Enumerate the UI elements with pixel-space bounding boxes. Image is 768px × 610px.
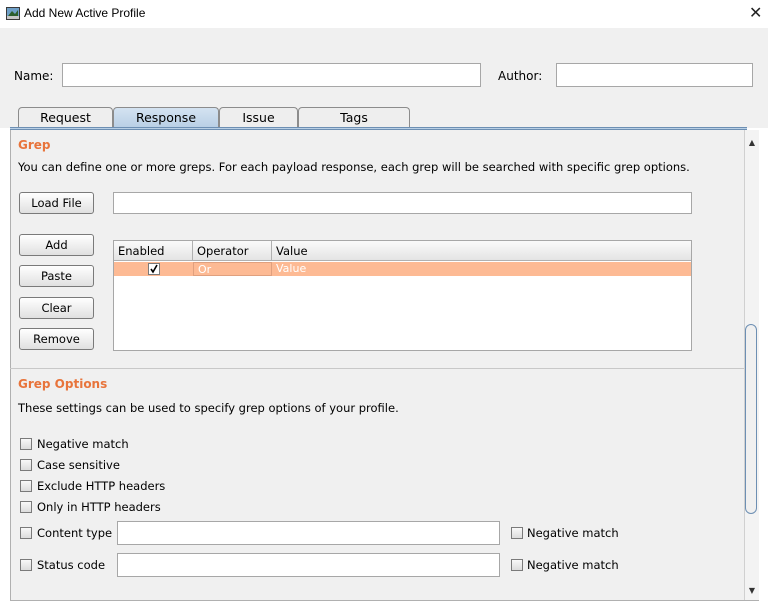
case-sensitive-checkbox[interactable]: [20, 459, 32, 471]
table-row[interactable]: Or Value: [114, 262, 691, 276]
exclude-http-headers-checkbox[interactable]: [20, 480, 32, 492]
clear-button[interactable]: Clear: [19, 297, 94, 319]
checkmark-icon: [150, 264, 158, 274]
content-type-checkbox[interactable]: [20, 527, 32, 539]
column-header-operator[interactable]: Operator: [193, 241, 272, 261]
negative-match-checkbox[interactable]: [20, 438, 32, 450]
tab-tags[interactable]: Tags: [298, 107, 410, 128]
name-label: Name:: [14, 69, 54, 83]
tab-issue[interactable]: Issue: [219, 107, 298, 128]
status-code-negative-checkbox[interactable]: [511, 559, 523, 571]
grep-description: You can define one or more greps. For ea…: [18, 160, 690, 174]
content-type-label: Content type: [37, 526, 113, 540]
content-bottom-border: [10, 600, 759, 601]
section-divider: [10, 368, 744, 369]
grep-options-title: Grep Options: [18, 377, 108, 391]
scroll-up-arrow-icon[interactable]: ▲: [745, 138, 759, 147]
scroll-down-arrow-icon[interactable]: ▼: [745, 586, 759, 595]
exclude-http-headers-label: Exclude HTTP headers: [37, 479, 166, 493]
add-button[interactable]: Add: [19, 234, 94, 256]
tab-request[interactable]: Request: [18, 107, 113, 128]
tab-response[interactable]: Response: [113, 107, 219, 128]
scrollbar-thumb[interactable]: [745, 324, 757, 514]
paste-button[interactable]: Paste: [19, 265, 94, 287]
status-code-input[interactable]: [117, 553, 500, 577]
case-sensitive-label: Case sensitive: [37, 458, 120, 472]
author-input[interactable]: [556, 63, 753, 87]
title-bar: Add New Active Profile ✕: [0, 0, 768, 28]
operator-cell[interactable]: Or: [193, 262, 272, 276]
value-cell[interactable]: Value: [272, 262, 691, 276]
author-label: Author:: [498, 69, 543, 83]
load-file-path-input[interactable]: [113, 192, 692, 214]
status-code-negative-label: Negative match: [527, 558, 619, 572]
status-code-label: Status code: [37, 558, 106, 572]
content-type-negative-checkbox[interactable]: [511, 527, 523, 539]
only-in-http-headers-label: Only in HTTP headers: [37, 500, 161, 514]
grep-title: Grep: [18, 138, 51, 152]
only-in-http-headers-checkbox[interactable]: [20, 501, 32, 513]
negative-match-label: Negative match: [37, 437, 129, 451]
remove-button[interactable]: Remove: [19, 328, 94, 350]
app-icon: [6, 7, 20, 20]
window-title: Add New Active Profile: [24, 6, 146, 20]
column-header-value[interactable]: Value: [272, 241, 691, 261]
load-file-button[interactable]: Load File: [19, 192, 94, 214]
name-input[interactable]: [62, 63, 481, 87]
content-type-negative-label: Negative match: [527, 526, 619, 540]
close-icon[interactable]: ✕: [749, 3, 762, 22]
grep-table: Enabled Operator Value Or Value: [113, 240, 692, 351]
column-header-enabled[interactable]: Enabled: [114, 241, 193, 261]
grep-options-description: These settings can be used to specify gr…: [18, 401, 399, 415]
content-type-input[interactable]: [117, 521, 500, 545]
status-code-checkbox[interactable]: [20, 559, 32, 571]
enabled-checkbox[interactable]: [148, 263, 160, 275]
